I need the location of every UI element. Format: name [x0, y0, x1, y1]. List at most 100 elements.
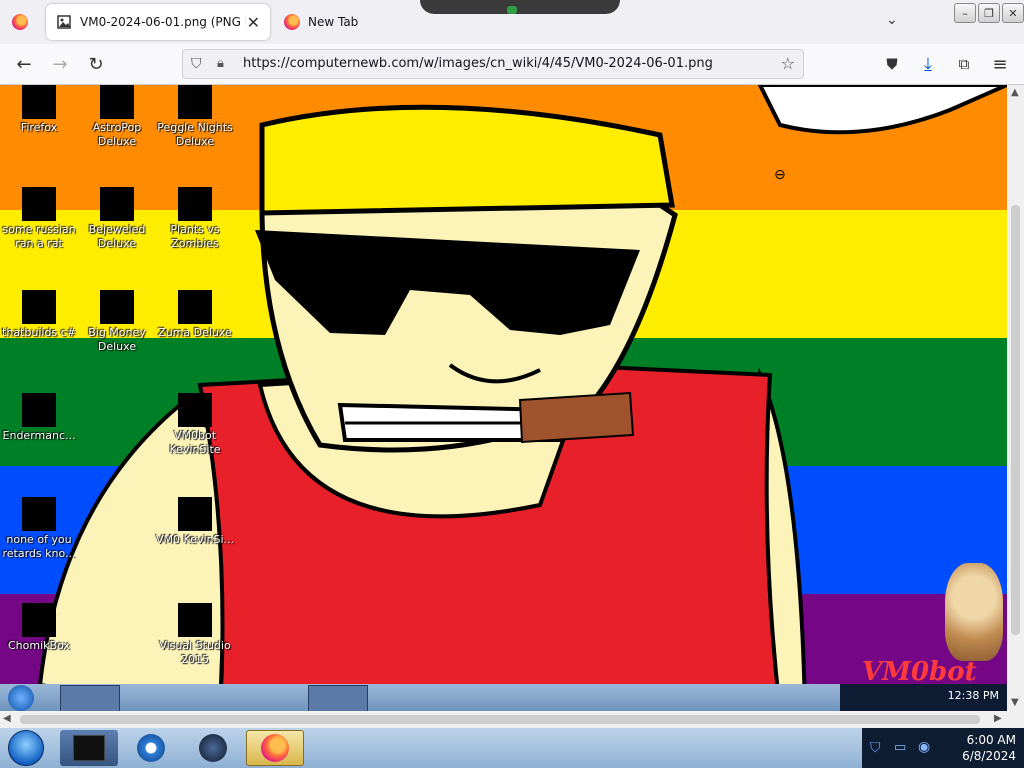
back-button[interactable]: ← [12, 52, 36, 76]
icon-label: Big Money Deluxe [88, 326, 146, 353]
notch-indicator [507, 6, 517, 14]
desktop-icon-none-of-you[interactable]: none of you retards kno... [0, 497, 78, 561]
terminal-icon [73, 735, 105, 761]
watermark: VM0bot [862, 657, 977, 687]
minimize-button[interactable]: – [954, 3, 976, 23]
inner-start-orb-icon [8, 685, 34, 711]
firefox-icon [261, 734, 289, 762]
desktop-icon-chomikbox[interactable]: ChomikBox [0, 603, 78, 653]
taskbar-item-app[interactable] [184, 730, 242, 766]
forward-button[interactable]: → [48, 52, 72, 76]
media-player-icon [137, 734, 165, 762]
icon-label: some russian ran a rat [2, 223, 76, 250]
firefox-app-icon [22, 85, 56, 119]
icon-label: AstroPop Deluxe [92, 121, 142, 148]
clock-date: 6/8/2024 [962, 749, 1016, 763]
shield-icon[interactable]: ⛉ [191, 56, 202, 72]
desktop-icon-thatbuilds[interactable]: thatbuilds c# [0, 290, 78, 340]
horizontal-scrollbar[interactable]: ◀ ▶ [0, 711, 1007, 728]
desktop-icon-vm0bot-kevinsite[interactable]: VM0bot KevinSite [156, 393, 234, 457]
icon-label: ChomikBox [8, 639, 70, 652]
desktop-icon-firefox[interactable]: Firefox [0, 85, 78, 135]
firefox-menu-icon[interactable] [12, 14, 28, 30]
scroll-up-icon[interactable]: ▲ [1011, 87, 1019, 98]
pocket-icon[interactable]: ⛊ [880, 52, 904, 76]
download-icon[interactable]: ⤓ [916, 52, 940, 76]
taskbar-item-firefox[interactable] [246, 730, 304, 766]
icon-label: Peggle Nights Deluxe [157, 121, 233, 148]
extensions-icon[interactable]: ⧉ [952, 52, 976, 76]
inner-clock-time: 12:38 PM [947, 689, 999, 702]
tab-label: New Tab [308, 15, 359, 29]
desktop-icon-visual-studio[interactable]: Visual Studio 2015 [156, 603, 234, 667]
taskbar-item-media-player[interactable] [122, 730, 180, 766]
astropop-app-icon [100, 85, 134, 119]
image-file-icon [57, 15, 71, 29]
bigmoney-app-icon [100, 290, 134, 324]
clock-time: 6:00 AM [966, 733, 1016, 747]
visual-studio-app-icon [178, 603, 212, 637]
url-text[interactable]: https://computernewb.com/w/images/cn_wik… [243, 56, 713, 71]
icon-label: VM0bot KevinSite [169, 429, 221, 456]
inner-task-item [60, 685, 120, 711]
icon-label: Plants vs Zombies [170, 223, 220, 250]
vertical-scrollbar[interactable]: ▲ ▼ [1007, 85, 1024, 711]
desktop-icon-bejeweled[interactable]: Bejeweled Deluxe [78, 187, 156, 251]
desktop-icon-bigmoney[interactable]: Big Money Deluxe [78, 290, 156, 354]
nav-bar: ← → ↻ ⛉ 🔒︎ https://computernewb.com/w/im… [0, 44, 1024, 85]
network-tray-icon[interactable]: ▭ [894, 740, 906, 755]
horizontal-scroll-thumb[interactable] [20, 715, 980, 724]
restore-button[interactable]: ❐ [978, 3, 1000, 23]
shortcut-app-icon [178, 497, 212, 531]
close-window-button[interactable]: ✕ [1002, 3, 1024, 23]
tab-new[interactable]: New Tab [274, 4, 454, 40]
address-bar[interactable]: ⛉ 🔒︎ https://computernewb.com/w/images/c… [182, 49, 804, 79]
chevron-down-icon[interactable]: ⌄ [886, 12, 898, 28]
image-viewer[interactable]: Firefox AstroPop Deluxe Peggle Nights De… [0, 85, 1007, 711]
desktop-icon-astropop[interactable]: AstroPop Deluxe [78, 85, 156, 149]
desktop-icon-pvz[interactable]: Plants vs Zombies [156, 187, 234, 251]
wallpaper-cartoon [37, 85, 1007, 711]
desktop-icon-vm0-kevinsite[interactable]: VM0 KevinSi... [156, 497, 234, 547]
file-app-icon [22, 187, 56, 221]
tab-bar: VM0-2024-06-01.png (PNG Image ✕ New Tab … [0, 0, 1024, 44]
peggle-app-icon [178, 85, 212, 119]
system-tray: ⛉ ▭ ◉ 6:00 AM 6/8/2024 [862, 728, 1024, 768]
icon-label: thatbuilds c# [2, 326, 76, 339]
inner-tray: 12:38 PM [840, 684, 1007, 711]
desktop-icon-enderman[interactable]: Endermanc... [0, 393, 78, 443]
shortcut-app-icon [22, 497, 56, 531]
zoom-out-cursor-icon: ⊖ [774, 167, 786, 183]
bookmark-star-icon[interactable]: ☆ [781, 54, 795, 73]
tab-image[interactable]: VM0-2024-06-01.png (PNG Image ✕ [46, 4, 270, 40]
scroll-down-icon[interactable]: ▼ [1011, 697, 1019, 708]
zuma-app-icon [178, 290, 212, 324]
close-tab-icon[interactable]: ✕ [247, 13, 260, 32]
start-button-icon[interactable] [8, 730, 44, 766]
clock[interactable]: 6:00 AM 6/8/2024 [962, 732, 1016, 764]
shortcut-app-icon [22, 393, 56, 427]
icon-label: none of you retards kno... [2, 533, 76, 560]
menu-hamburger-icon[interactable]: ≡ [988, 52, 1012, 76]
app-globe-icon [199, 734, 227, 762]
icon-label: Bejeweled Deluxe [88, 223, 146, 250]
scroll-right-icon[interactable]: ▶ [994, 713, 1002, 724]
reload-button[interactable]: ↻ [84, 52, 108, 76]
desktop-icon-zuma[interactable]: Zuma Deluxe [156, 290, 234, 340]
firefox-icon [284, 14, 300, 30]
volume-tray-icon[interactable]: ◉ [918, 739, 930, 755]
lock-icon[interactable]: 🔒︎ [217, 56, 224, 71]
icon-label: Firefox [20, 121, 58, 134]
shield-tray-icon[interactable]: ⛉ [870, 740, 881, 756]
taskbar-item-terminal[interactable] [60, 730, 118, 766]
desktop-icon-peggle[interactable]: Peggle Nights Deluxe [156, 85, 234, 149]
bejeweled-app-icon [100, 187, 134, 221]
shortcut-app-icon [178, 393, 212, 427]
tab-label: VM0-2024-06-01.png (PNG Image [80, 15, 246, 29]
scroll-left-icon[interactable]: ◀ [3, 713, 11, 724]
desktop-icon-russian-rat[interactable]: some russian ran a rat [0, 187, 78, 251]
vertical-scroll-thumb[interactable] [1011, 205, 1020, 635]
icon-label: Visual Studio 2015 [159, 639, 231, 666]
hamster-icon [945, 563, 1003, 661]
icon-label: Zuma Deluxe [158, 326, 232, 339]
